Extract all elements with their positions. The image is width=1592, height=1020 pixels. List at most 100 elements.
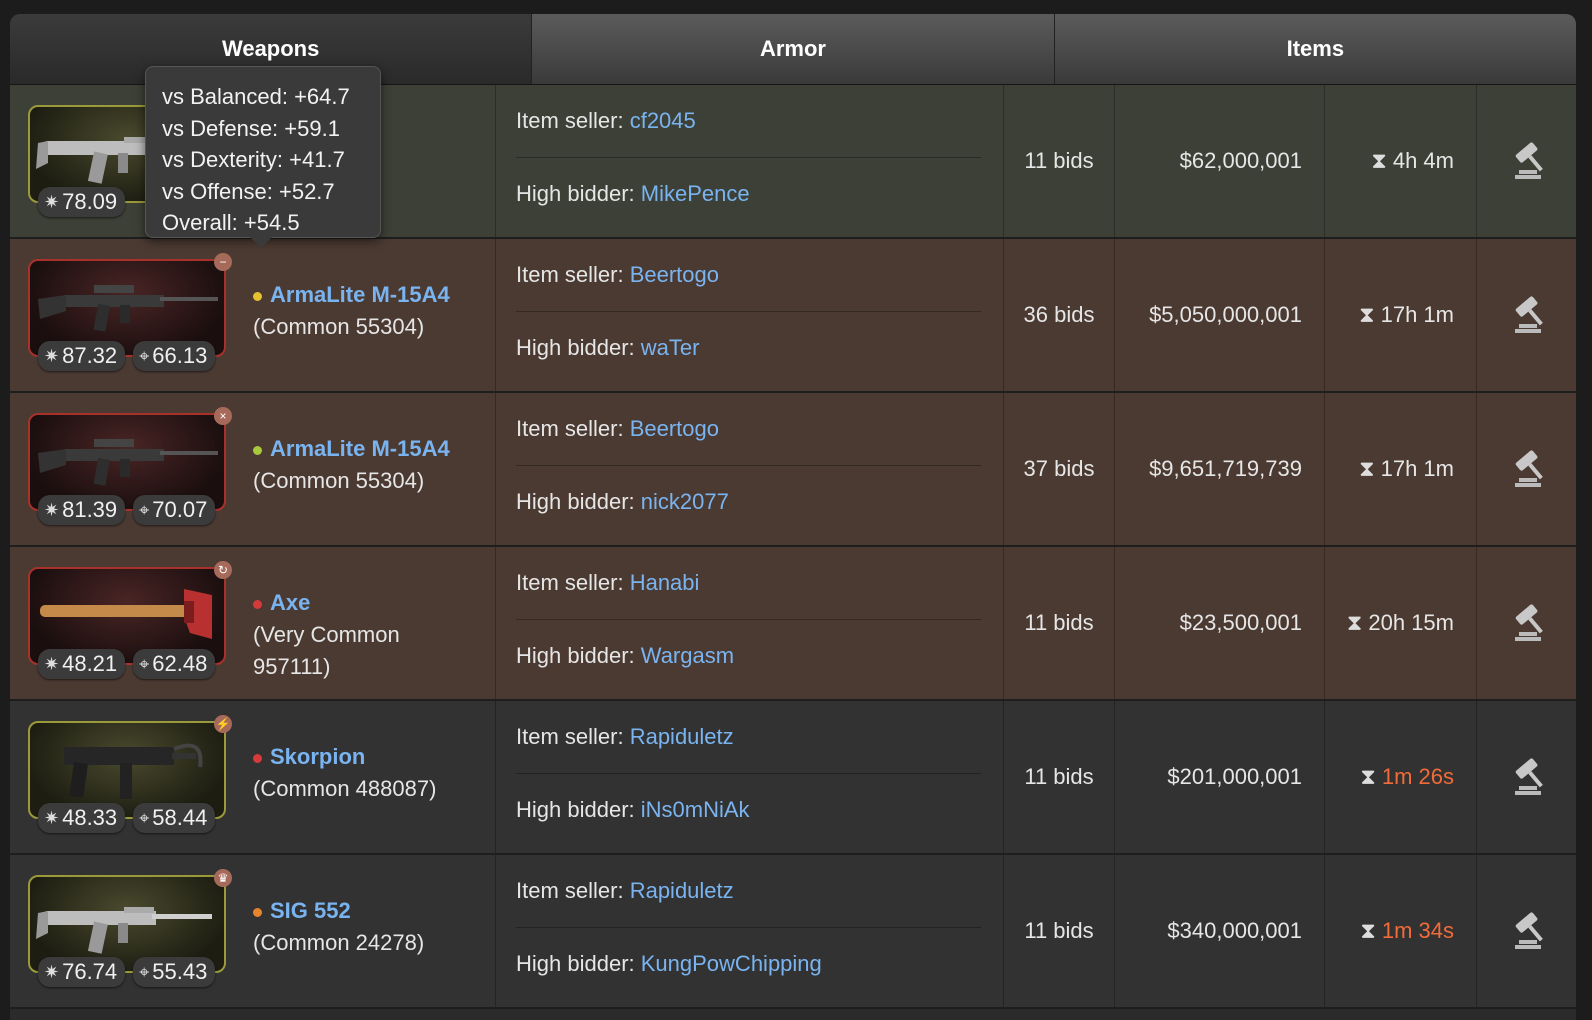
damage-stat: ✷ 76.74 <box>38 957 126 987</box>
item-name-block: Skorpion (Common 488087) <box>253 741 483 805</box>
seller-label: Item seller: <box>516 878 630 903</box>
crosshair-icon: ⌖ <box>139 499 150 520</box>
seller-line: Item seller: Beertogo <box>516 393 981 466</box>
bidder-label: High bidder: <box>516 797 641 822</box>
current-price: $23,500,001 <box>1115 547 1325 699</box>
item-name-link[interactable]: SIG 552 <box>270 898 351 923</box>
time-value: 1m 26s <box>1381 764 1454 789</box>
crosshair-icon: ⌖ <box>139 961 150 982</box>
seller-link[interactable]: cf2045 <box>630 108 696 134</box>
time-remaining: ⧗ 1m 34s <box>1325 855 1477 1007</box>
bid-count: 11 bids <box>1004 85 1115 237</box>
item-name-link[interactable]: Skorpion <box>270 744 365 769</box>
accuracy-value: 70.07 <box>152 497 208 522</box>
accuracy-stat: ⌖ 58.44 <box>133 803 216 833</box>
weapon-thumbnail[interactable]: ♛ ✷ 76.74 ⌖ 55.43 <box>28 869 232 987</box>
bidder-line: High bidder: waTer <box>516 312 981 384</box>
time-remaining: ⧗ 17h 1m <box>1325 393 1477 545</box>
accuracy-value: 58.44 <box>152 805 208 830</box>
current-price: $201,000,001 <box>1115 701 1325 853</box>
seller-line: Item seller: Rapiduletz <box>516 855 981 928</box>
item-cell: − ✷ 87.32 ⌖ 66.13 ArmaLite M-15A4 (Common … <box>10 239 496 391</box>
weapon-thumbnail[interactable]: ↻ ✷ 48.21 ⌖ 62.48 <box>28 561 232 679</box>
tab-items[interactable]: Items <box>1054 14 1576 84</box>
seller-link[interactable]: Beertogo <box>630 262 719 288</box>
seller-link[interactable]: Beertogo <box>630 416 719 442</box>
bid-button[interactable] <box>1477 239 1576 391</box>
seller-line: Item seller: cf2045 <box>516 85 981 158</box>
accuracy-stat: ⌖ 62.48 <box>133 649 216 679</box>
bid-count: 36 bids <box>1004 239 1115 391</box>
bid-button[interactable] <box>1477 393 1576 545</box>
item-cell: ⚡ ✷ 48.33 ⌖ 58.44 Skorpion (Common 488087) <box>10 701 496 853</box>
accuracy-stat: ⌖ 66.13 <box>133 341 216 371</box>
hourglass-icon: ⧗ <box>1359 302 1375 327</box>
item-name-link[interactable]: Axe <box>270 590 310 615</box>
seller-link[interactable]: Hanabi <box>630 570 700 596</box>
hourglass-icon: ⧗ <box>1360 764 1376 789</box>
accuracy-value: 55.43 <box>152 959 208 984</box>
starburst-icon: ✷ <box>44 499 60 520</box>
tooltip-line: vs Offense: +52.7 <box>162 178 335 204</box>
damage-value: 78.09 <box>62 189 118 214</box>
people-cell: Item seller: Beertogo High bidder: waTer <box>496 239 1004 391</box>
starburst-icon: ✷ <box>44 653 60 674</box>
damage-stat: ✷ 48.33 <box>38 803 126 833</box>
seller-line: Item seller: Beertogo <box>516 239 981 312</box>
time-value: 1m 34s <box>1381 918 1454 943</box>
item-name-block: SIG 552 (Common 24278) <box>253 895 483 959</box>
bid-count: 37 bids <box>1004 393 1115 545</box>
seller-link[interactable]: Rapiduletz <box>630 878 734 904</box>
stat-group: ✷ 87.32 ⌖ 66.13 <box>38 341 216 371</box>
bid-button[interactable] <box>1477 547 1576 699</box>
item-cell: ♛ ✷ 76.74 ⌖ 55.43 SIG 552 (Common 24278) <box>10 855 496 1007</box>
stat-group: ✷ 78.09 <box>38 187 126 217</box>
auction-row: × ✷ 81.39 ⌖ 70.07 ArmaLite M-15A4 (Common … <box>10 393 1576 547</box>
weapon-thumbnail[interactable]: × ✷ 81.39 ⌖ 70.07 <box>28 407 232 525</box>
time-value: 4h 4m <box>1392 148 1454 173</box>
seller-label: Item seller: <box>516 416 630 441</box>
item-name-block: ArmaLite M-15A4 (Common 55304) <box>253 279 483 343</box>
people-cell: Item seller: Rapiduletz High bidder: iNs… <box>496 701 1004 853</box>
gavel-icon <box>1514 604 1543 641</box>
item-name-block: ArmaLite M-15A4 (Common 55304) <box>253 433 483 497</box>
item-rarity: (Very Common 957111) <box>253 622 400 679</box>
quality-dot <box>253 753 262 763</box>
item-name-link[interactable]: ArmaLite M-15A4 <box>270 282 450 307</box>
weapon-thumbnail[interactable]: − ✷ 87.32 ⌖ 66.13 <box>28 253 232 371</box>
damage-stat: ✷ 87.32 <box>38 341 126 371</box>
bidder-link[interactable]: MikePence <box>641 181 750 207</box>
bidder-link[interactable]: Wargasm <box>641 643 734 669</box>
bidder-label: High bidder: <box>516 335 641 360</box>
time-value: 20h 15m <box>1368 610 1454 635</box>
gavel-icon <box>1514 912 1543 949</box>
bidder-label: High bidder: <box>516 951 641 976</box>
bid-button[interactable] <box>1477 85 1576 237</box>
bidder-link[interactable]: iNs0mNiAk <box>641 797 750 823</box>
crown-icon: ♛ <box>214 869 232 887</box>
bid-button[interactable] <box>1477 855 1576 1007</box>
item-name-link[interactable]: ArmaLite M-15A4 <box>270 436 450 461</box>
bidder-label: High bidder: <box>516 643 641 668</box>
damage-value: 76.74 <box>62 959 118 984</box>
item-name-block: Axe (Very Common 957111) <box>253 587 483 683</box>
accuracy-stat: ⌖ 70.07 <box>133 495 216 525</box>
time-value: 17h 1m <box>1380 456 1454 481</box>
bidder-link[interactable]: nick2077 <box>641 489 729 515</box>
bidder-link[interactable]: KungPowChipping <box>641 951 822 977</box>
accuracy-value: 62.48 <box>152 651 208 676</box>
seller-link[interactable]: Rapiduletz <box>630 724 734 750</box>
bidder-line: High bidder: MikePence <box>516 158 981 230</box>
bid-button[interactable] <box>1477 701 1576 853</box>
bidder-line: High bidder: iNs0mNiAk <box>516 774 981 846</box>
starburst-icon: ✷ <box>44 961 60 982</box>
bidder-link[interactable]: waTer <box>641 335 700 361</box>
seller-label: Item seller: <box>516 724 630 749</box>
tab-armor[interactable]: Armor <box>532 14 1055 84</box>
bidder-line: High bidder: Wargasm <box>516 620 981 692</box>
minus-icon: − <box>214 253 232 271</box>
current-price: $5,050,000,001 <box>1115 239 1325 391</box>
item-rarity: (Common 24278) <box>253 930 425 955</box>
people-cell: Item seller: cf2045 High bidder: MikePen… <box>496 85 1004 237</box>
weapon-thumbnail[interactable]: ⚡ ✷ 48.33 ⌖ 58.44 <box>28 715 232 833</box>
